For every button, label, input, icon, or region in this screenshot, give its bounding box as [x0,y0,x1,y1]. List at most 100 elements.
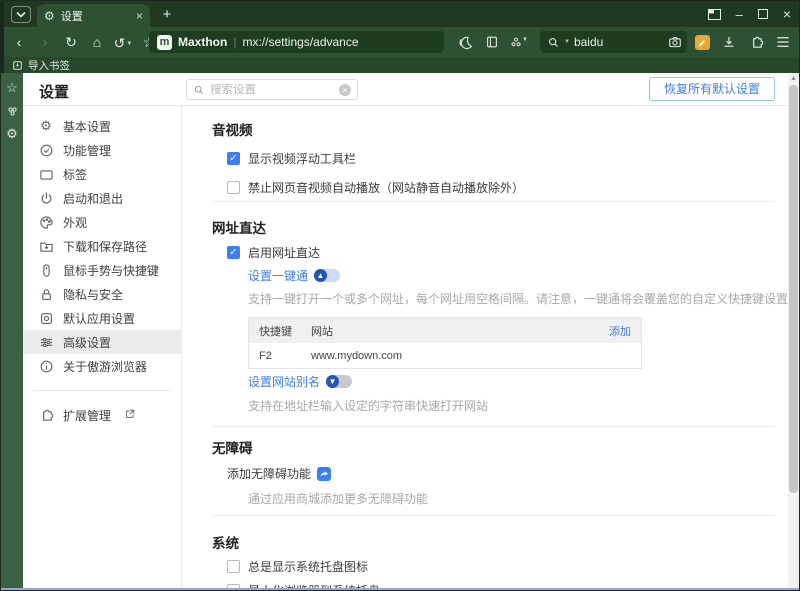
checkbox-enable-url-direct[interactable] [227,246,240,259]
open-store-arrow-icon[interactable] [317,466,332,481]
checkbox-label: 启用网址直达 [248,246,321,260]
window-controls: – × [707,1,791,27]
sidebar-item-label: 鼠标手势与快捷键 [63,263,160,278]
reading-list-icon[interactable] [483,32,501,52]
sidebar-item-label: 隐私与安全 [63,287,124,302]
settings-search-field[interactable]: × [186,79,358,100]
setting-row: 禁止网页音视频自动播放（网站静音自动播放除外） [227,179,524,196]
download-folder-icon [38,238,54,254]
checkbox-always-show-tray[interactable] [227,560,240,573]
screenshot-camera-icon[interactable] [666,32,684,52]
chevron-down-icon [16,11,26,18]
sidebar-item-feature-management[interactable]: 功能管理 [23,138,181,162]
chevron-down-icon: ▼ [126,41,133,47]
apps-rail-icon[interactable] [1,101,23,121]
website-cell: www.mydown.com [311,349,403,362]
sidebar-item-mouse-gestures[interactable]: 鼠标手势与快捷键 [23,258,181,282]
tab-list-chevron-button[interactable] [11,6,31,23]
tab-title: 设置 [60,10,83,23]
reset-all-defaults-button[interactable]: 恢复所有默认设置 [648,77,775,101]
sidebar-divider [33,390,171,391]
sidebar-item-label: 标签 [63,167,88,182]
alias-collapse-toggle[interactable]: ▼ [326,375,353,388]
forward-button[interactable]: › [36,32,54,52]
layout-panel-icon[interactable] [707,8,721,20]
night-mode-icon[interactable] [456,32,474,52]
default-app-icon [38,310,54,326]
home-button[interactable]: ⌂ [88,32,106,52]
import-bookmarks-button[interactable]: 导入书签 [28,58,70,73]
minimize-button[interactable]: – [736,7,743,22]
chevron-down-icon: ▼ [522,36,528,43]
settings-search-input[interactable] [210,83,334,96]
feature-circle-icon [38,142,54,158]
back-button[interactable]: ‹ [10,32,28,52]
sidebar-item-tabs[interactable]: 标签 [23,162,181,186]
sidebar-item-label: 基本设置 [63,119,112,134]
external-link-icon [124,408,136,423]
setting-row: 总是显示系统托盘图标 [227,558,368,575]
sidebar-item-basic-settings[interactable]: ⚙ 基本设置 [23,114,181,138]
side-rail: ☆ ⚙ [1,73,23,590]
scrollbar-thumb[interactable] [789,85,798,493]
column-header-shortcut: 快捷键 [259,325,292,338]
mouse-icon [38,262,54,278]
sidebar-item-privacy-security[interactable]: 隐私与安全 [23,282,181,306]
sidebar-item-appearance[interactable]: 外观 [23,210,181,234]
toolbar-search-box[interactable]: ▼ baidu [540,31,687,53]
clear-search-icon[interactable]: × [339,83,351,96]
setting-row: 显示视频浮动工具栏 [227,150,356,167]
page-scrollbar[interactable]: ▲ [788,73,799,590]
sidebar-item-download-paths[interactable]: 下载和保存路径 [23,234,181,258]
sidebar-item-advanced-settings[interactable]: 高级设置 [23,330,181,354]
new-tab-button[interactable]: + [157,5,177,24]
extensions-icon[interactable] [747,32,765,52]
table-header-row: 快捷键 网站 添加 [249,318,641,343]
checkbox-disable-autoplay[interactable] [227,181,240,194]
section-title-system: 系统 [212,536,239,551]
active-tab-settings[interactable]: ⚙ 设置 × [37,4,150,27]
bookmark-bar: 导入书签 [1,57,799,73]
favorites-rail-icon[interactable]: ☆ [1,78,23,98]
sidebar-item-label: 下载和保存路径 [63,239,148,254]
download-icon[interactable] [720,32,738,52]
nav-button-group: ‹ › ↻ ⌂ ↺▼ ☆ [10,27,158,57]
setup-site-alias-link[interactable]: 设置网站别名 [248,373,320,390]
notes-icon[interactable] [693,32,711,52]
address-bar[interactable]: m Maxthon | mx://settings/advance [149,31,444,53]
section-title-audio-video: 音视频 [212,123,253,138]
onekey-row: 设置一键通 ▲ [248,267,341,284]
onekey-collapse-toggle[interactable]: ▲ [314,269,341,282]
onekey-description: 支持一键打开一个或多个网址，每个网址用空格间隔。请注意，一键通将会覆盖您的自定义… [248,292,789,306]
shortcut-key-cell: F2 [259,349,272,362]
column-header-website: 网站 [311,325,333,338]
sidebar-item-default-apps[interactable]: 默认应用设置 [23,306,181,330]
section-title-accessibility: 无障碍 [212,441,253,456]
sidebar-item-startup-exit[interactable]: 启动和退出 [23,186,181,210]
sidebar-item-about[interactable]: 关于傲游浏览器 [23,354,181,378]
alias-row: 设置网站别名 ▼ [248,373,353,390]
sidebar-item-label: 高级设置 [63,335,112,350]
table-row[interactable]: F2 www.mydown.com [249,343,641,368]
main-menu-icon[interactable] [774,32,792,52]
scroll-up-arrow-icon[interactable]: ▲ [788,75,799,82]
title-bar: ⚙ 设置 × + – × [1,1,799,27]
browser-window: ⚙ 设置 × + – × ‹ › ↻ ⌂ ↺▼ ☆ m Maxthon [0,0,800,591]
maximize-button[interactable] [757,9,768,19]
search-engine-caret-icon[interactable]: ▼ [564,39,570,45]
refresh-button[interactable]: ↻ [62,32,80,52]
setup-onekey-link[interactable]: 设置一键通 [248,267,308,284]
settings-rail-icon[interactable]: ⚙ [1,124,23,144]
settings-header: 设置 × 恢复所有默认设置 [23,73,788,106]
tab-close-icon[interactable]: × [136,9,143,23]
add-shortcut-link[interactable]: 添加 [609,323,641,339]
undo-closed-tab-button[interactable]: ↺ ▼ [114,32,133,52]
section-title-url-direct: 网址直达 [212,221,266,236]
sidebar-item-extension-management[interactable]: 扩展管理 [23,403,181,427]
maxthon-logo-icon: m [157,34,172,50]
share-menu-icon[interactable]: ▼ [510,32,528,52]
checkbox-show-video-toolbar[interactable] [227,152,240,165]
shortcut-table: 快捷键 网站 添加 F2 www.mydown.com [248,317,642,369]
close-button[interactable]: × [783,6,791,22]
brand-label: Maxthon [178,35,228,49]
